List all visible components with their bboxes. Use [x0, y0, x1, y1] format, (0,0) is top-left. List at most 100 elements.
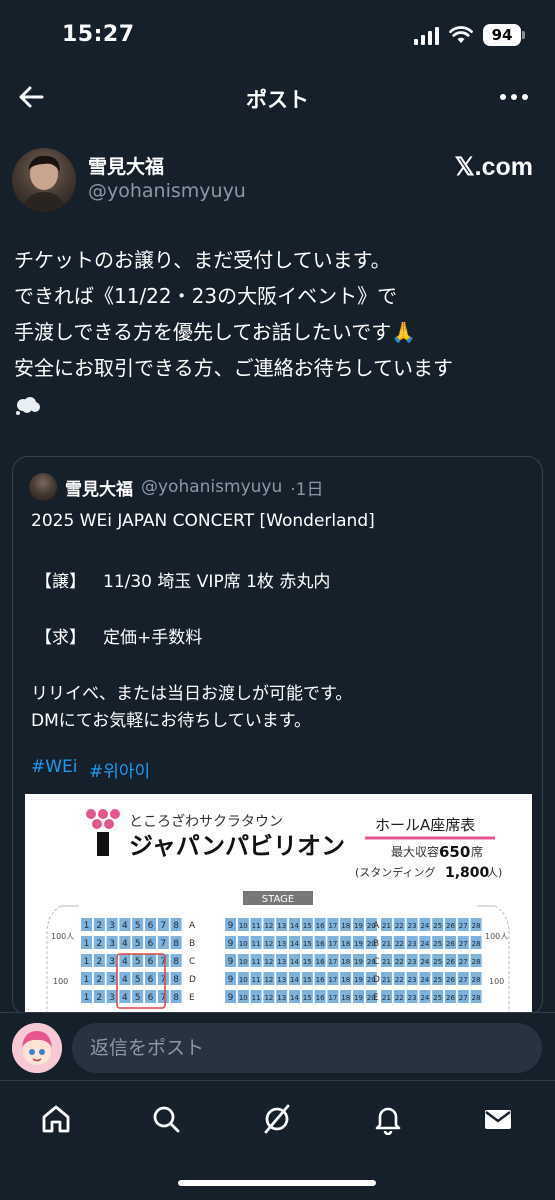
seat-number: 24 — [420, 976, 429, 984]
seat-number: 4 — [122, 993, 128, 1003]
seat-number: 19 — [354, 958, 363, 966]
seat-number: 16 — [316, 994, 325, 1002]
seat-number: 27 — [459, 940, 468, 948]
seat-number: 15 — [303, 976, 312, 984]
tab-grok[interactable] — [257, 1099, 297, 1139]
seat-number: 18 — [341, 976, 350, 984]
seat-number: 21 — [382, 940, 391, 948]
row-label: E — [189, 993, 195, 1003]
seat-number: 11 — [252, 976, 261, 984]
back-arrow-icon[interactable] — [16, 82, 46, 112]
seat-number: 22 — [395, 994, 404, 1002]
tab-search[interactable] — [146, 1099, 186, 1139]
seat-number: 23 — [408, 922, 417, 930]
row-label: A — [373, 921, 380, 931]
quoted-post[interactable]: 雪見大福 @yohanismyuyu ·1日 2025 WEi JAPAN CO… — [12, 456, 543, 1016]
seat-number: 26 — [446, 958, 455, 966]
seat-number: 22 — [395, 976, 404, 984]
seat-number: 2 — [96, 975, 102, 985]
seat-number: 6 — [148, 939, 154, 949]
seat-number: 6 — [148, 921, 154, 931]
seat-number: 1 — [84, 939, 90, 949]
seat-number: 13 — [277, 940, 286, 948]
seat-number: 24 — [420, 958, 429, 966]
row-label: E — [373, 993, 379, 1003]
tab-messages[interactable] — [478, 1099, 518, 1139]
source-badge: 𝕏.com — [454, 153, 534, 181]
seat-number: 25 — [433, 958, 442, 966]
seat-number: 2 — [96, 939, 102, 949]
seat-number: 9 — [228, 957, 234, 967]
seat-number: 10 — [239, 922, 248, 930]
venue-logo-icon — [86, 809, 120, 856]
seat-number: 10 — [239, 994, 248, 1002]
seat-number: 22 — [395, 958, 404, 966]
reply-input[interactable]: 返信をポスト — [72, 1023, 542, 1073]
seatmap-subtitle: ところざわサクラタウン — [129, 813, 283, 830]
side-num-left: 100 — [53, 977, 68, 986]
row-label: B — [189, 939, 195, 949]
hashtag-korean[interactable]: #위아이 — [89, 757, 150, 782]
seat-number: 3 — [109, 921, 115, 931]
seat-number: 26 — [446, 922, 455, 930]
seat-number: 5 — [135, 921, 141, 931]
seat-number: 3 — [109, 975, 115, 985]
more-options-icon[interactable] — [499, 84, 529, 110]
seat-number: 4 — [122, 957, 128, 967]
status-indicators: 94 — [414, 24, 525, 46]
tab-notifications[interactable] — [368, 1099, 408, 1139]
top-nav: ポスト — [0, 72, 555, 126]
seat-number: 26 — [446, 976, 455, 984]
seat-number: 21 — [382, 922, 391, 930]
stage-label: STAGE — [262, 894, 294, 905]
seat-number: 25 — [433, 994, 442, 1002]
seat-number: 11 — [252, 994, 261, 1002]
seat-number: 19 — [354, 922, 363, 930]
page-title: ポスト — [246, 88, 309, 112]
author-handle[interactable]: @yohanismyuyu — [88, 180, 246, 202]
want-label: 【求】 — [35, 628, 86, 648]
seat-number: 10 — [239, 940, 248, 948]
note-line-2: DMにてお気軽にお待ちしています。 — [31, 711, 312, 731]
status-bar: 15:27 94 — [0, 0, 555, 72]
seat-number: 16 — [316, 976, 325, 984]
seat-number: 11 — [252, 922, 261, 930]
seat-number: 9 — [228, 975, 234, 985]
seat-number: 21 — [382, 976, 391, 984]
seat-number: 12 — [264, 976, 273, 984]
grok-icon — [264, 1104, 290, 1134]
seat-number: 14 — [290, 976, 299, 984]
seat-number: 24 — [420, 994, 429, 1002]
seatmap-hall: ホールA座席表 — [375, 816, 475, 834]
post-body: チケットのお譲り、まだ受付しています。 できれば《11/22・23の大阪イベント… — [14, 248, 453, 380]
quoted-author-handle: @yohanismyuyu — [141, 477, 283, 497]
seat-number: 24 — [420, 922, 429, 930]
seat-number: 28 — [472, 994, 481, 1002]
seat-number: 8 — [173, 993, 179, 1003]
author-name[interactable]: 雪見大福 — [88, 152, 164, 179]
standing-unit: 人) — [487, 866, 502, 879]
hashtag-wei[interactable]: #WEi — [31, 757, 78, 777]
tab-home[interactable] — [36, 1099, 76, 1139]
seat-number: 6 — [148, 957, 154, 967]
capacity-unit: 席 — [471, 844, 483, 859]
author-avatar[interactable] — [12, 148, 76, 212]
seat-map-image[interactable]: ところざわサクラタウン ジャパンパビリオン ホールA座席表 最大収容 650 席… — [25, 794, 532, 1015]
row-label: D — [189, 975, 196, 985]
seat-number: 14 — [290, 994, 299, 1002]
seat-number: 23 — [408, 940, 417, 948]
battery-level: 94 — [483, 24, 525, 46]
seat-number: 17 — [328, 922, 337, 930]
note-line-1: リリイベ、または当日お渡しが可能です。 — [31, 684, 353, 704]
notifications-icon — [375, 1107, 401, 1135]
seat-number: 13 — [277, 994, 286, 1002]
thought-balloon-icon — [16, 396, 40, 415]
cellular-signal-icon — [414, 25, 439, 45]
seat-number: 8 — [173, 939, 179, 949]
my-avatar[interactable] — [12, 1023, 62, 1073]
seat-number: 14 — [290, 922, 299, 930]
quoted-author-name: 雪見大福 — [65, 479, 133, 500]
seat-number: 13 — [277, 922, 286, 930]
seat-number: 7 — [160, 939, 166, 949]
seat-number: 4 — [122, 939, 128, 949]
